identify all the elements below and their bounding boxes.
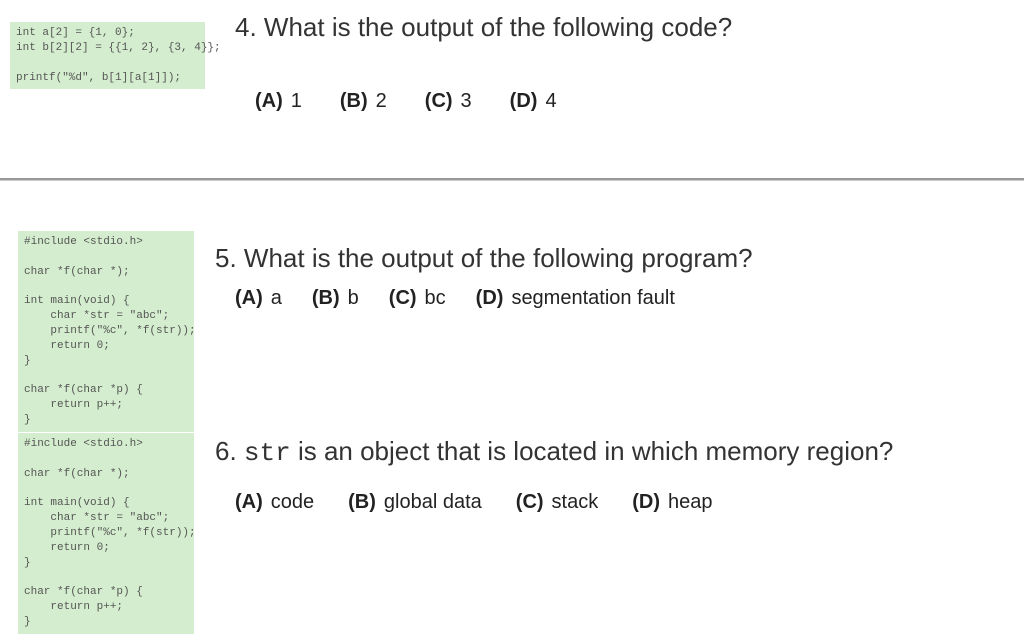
answer-q4-c: (C)3 bbox=[425, 90, 472, 113]
answer-row-q6: (A)code (B)global data (C)stack (D)heap bbox=[235, 491, 713, 514]
answer-row-q4: (A)1 (B)2 (C)3 (D)4 bbox=[255, 90, 557, 113]
code-inline-str: str bbox=[244, 438, 291, 468]
code-snippet-q6: #include <stdio.h> char *f(char *); int … bbox=[18, 433, 194, 634]
answer-q4-d: (D)4 bbox=[510, 90, 557, 113]
answer-q6-c: (C)stack bbox=[516, 491, 598, 514]
answer-q6-a: (A)code bbox=[235, 491, 314, 514]
answer-q5-d: (D)segmentation fault bbox=[476, 287, 675, 310]
answer-row-q5: (A)a (B)b (C)bc (D)segmentation fault bbox=[235, 287, 675, 310]
code-snippet-q4: int a[2] = {1, 0}; int b[2][2] = {{1, 2}… bbox=[10, 22, 205, 89]
answer-q6-b: (B)global data bbox=[348, 491, 482, 514]
slide-q4: int a[2] = {1, 0}; int b[2][2] = {{1, 2}… bbox=[0, 0, 1024, 180]
code-snippet-q5: #include <stdio.h> char *f(char *); int … bbox=[18, 231, 194, 432]
question-text-q4: 4. What is the output of the following c… bbox=[235, 12, 732, 43]
answer-q5-b: (B)b bbox=[312, 287, 359, 310]
answer-q4-a: (A)1 bbox=[255, 90, 302, 113]
question-text-q5: 5. What is the output of the following p… bbox=[215, 243, 753, 274]
answer-q6-d: (D)heap bbox=[632, 491, 712, 514]
answer-q4-b: (B)2 bbox=[340, 90, 387, 113]
answer-q5-a: (A)a bbox=[235, 287, 282, 310]
answer-q5-c: (C)bc bbox=[389, 287, 446, 310]
question-text-q6: 6. str is an object that is located in w… bbox=[215, 436, 893, 468]
slide-q5-q6: #include <stdio.h> char *f(char *); int … bbox=[0, 180, 1024, 631]
